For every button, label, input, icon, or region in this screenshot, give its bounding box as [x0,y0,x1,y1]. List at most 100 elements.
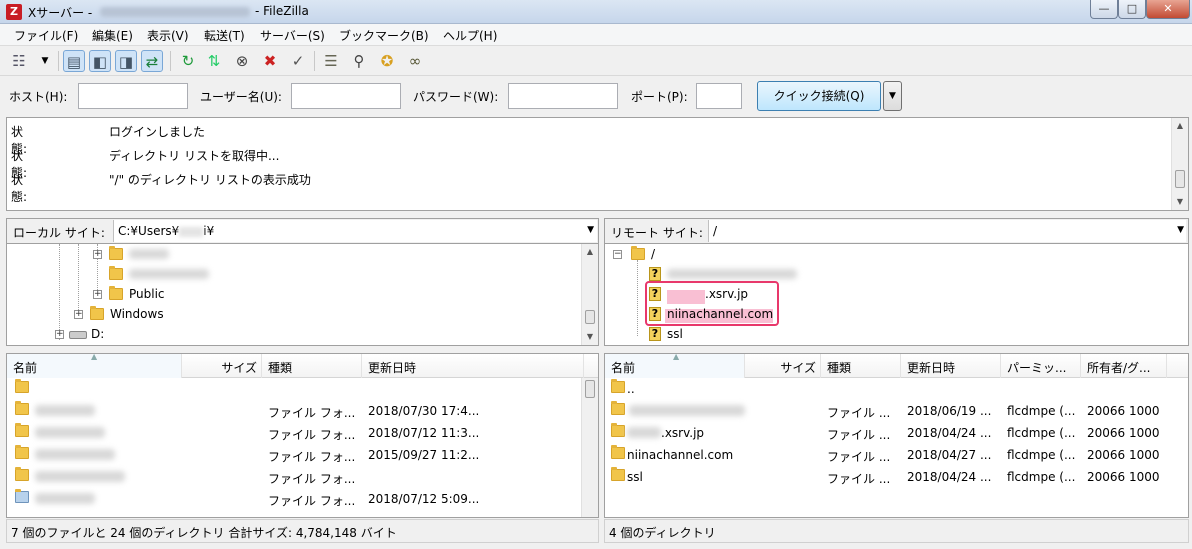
scroll-up-icon[interactable]: ▲ [582,244,598,260]
redacted-name [35,449,115,460]
remote-path-input[interactable]: / [708,220,1186,242]
tree-node[interactable]: + [91,245,391,265]
scroll-up-icon[interactable]: ▲ [1172,118,1188,134]
username-input[interactable] [291,83,401,109]
local-list-scroll-thumb[interactable] [585,380,595,398]
cancel-icon[interactable]: ⊗ [231,50,253,72]
remote-tree-icon[interactable]: ◨ [115,50,137,72]
expand-icon[interactable]: + [93,290,102,299]
table-row[interactable]: ファイル フォ... 2018/07/12 5:09... [7,488,598,510]
table-row[interactable] [7,378,598,400]
tree-node[interactable] [91,265,391,285]
folder-icon [631,246,645,260]
log-message: "/" のディレクトリ リストの表示成功 [109,173,311,187]
menu-edit[interactable]: 編集(E) [92,27,133,44]
disconnect-icon[interactable]: ✖ [259,50,281,72]
process-queue-icon[interactable]: ⇅ [203,50,225,72]
search-icon[interactable]: ∞ [404,50,426,72]
table-row[interactable]: niinachannel.com ファイル ... 2018/04/27 ...… [605,444,1188,466]
local-tree-icon[interactable]: ◧ [89,50,111,72]
permissions-cell: flcdmpe (... [1007,404,1076,418]
tree-node-root[interactable]: − / [611,245,911,265]
local-tree-scrollbar[interactable]: ▲ ▼ [581,244,598,345]
quickconnect-button[interactable]: クイック接続(Q) [757,81,881,111]
table-row[interactable]: ファイル フォ... 2018/07/30 17:4... [7,400,598,422]
column-modified[interactable]: 更新日時 [362,354,584,378]
log-scroll-thumb[interactable] [1175,170,1185,188]
directory-filter-icon[interactable]: ☰ [320,50,342,72]
table-row[interactable]: ファイル フォ... 2018/07/12 11:3... [7,422,598,444]
scroll-down-icon[interactable]: ▼ [582,329,598,345]
menu-bookmarks[interactable]: ブックマーク(B) [339,27,429,44]
tree-node-windows[interactable]: + Windows [72,305,372,325]
window-title: Xサーバー - [28,6,93,20]
remote-path-dropdown-icon[interactable]: ▼ [1177,225,1184,235]
table-row[interactable]: ファイル フォ... [7,466,598,488]
title-bar: Z Xサーバー - - FileZilla — □ ✕ [0,0,1192,24]
sync-browse-icon[interactable]: ✪ [376,50,398,72]
name-cell: .xsrv.jp [661,426,705,440]
menu-view[interactable]: 表示(V) [147,27,189,44]
column-size[interactable]: サイズ [745,354,821,378]
menu-help[interactable]: ヘルプ(H) [443,27,497,44]
host-input[interactable] [78,83,188,109]
column-name[interactable]: ▲ 名前 [605,354,745,378]
expand-icon[interactable]: + [93,250,102,259]
reconnect-icon[interactable]: ✓ [287,50,309,72]
owner-cell: 20066 1000 [1087,448,1160,462]
tree-node-drive-d[interactable]: + D: [53,325,353,345]
local-path-dropdown-icon[interactable]: ▼ [587,225,594,235]
menu-file[interactable]: ファイル(F) [14,27,78,44]
menu-server[interactable]: サーバー(S) [260,27,325,44]
redacted-username [179,226,204,237]
menu-transfer[interactable]: 転送(T) [204,27,245,44]
folder-icon [90,306,104,320]
permissions-cell: flcdmpe (... [1007,470,1076,484]
collapse-icon[interactable]: − [613,250,622,259]
refresh-icon[interactable]: ↻ [177,50,199,72]
folder-icon [15,379,29,393]
expand-icon[interactable]: + [74,310,83,319]
scroll-down-icon[interactable]: ▼ [1172,194,1188,210]
local-path-input[interactable]: C:¥Users¥ i¥ [113,220,597,242]
minimize-button[interactable]: — [1090,0,1118,19]
column-name[interactable]: ▲ 名前 [7,354,182,378]
local-list-scrollbar[interactable] [581,378,598,517]
table-row[interactable]: ファイル フォ... 2015/09/27 11:2... [7,444,598,466]
site-manager-icon[interactable]: ☷ [8,50,30,72]
column-label: 更新日時 [368,361,417,375]
transfer-queue-icon[interactable]: ⇄ [141,50,163,72]
name-cell: ssl [627,470,643,484]
table-row-parent[interactable]: .. [605,378,1188,400]
port-input[interactable] [696,83,742,109]
tree-label: Public [129,287,165,301]
column-label: 更新日時 [907,361,956,375]
compare-icon[interactable]: ⚲ [348,50,370,72]
table-row[interactable]: ファイル ... 2018/06/19 ... flcdmpe (... 200… [605,400,1188,422]
tree-node-public[interactable]: + Public [91,285,391,305]
expand-icon[interactable]: + [55,330,64,339]
type-cell: ファイル フォ... [268,450,356,464]
site-manager-dropdown-icon[interactable]: ▼ [34,50,56,72]
close-button[interactable]: ✕ [1146,0,1190,19]
column-size[interactable]: サイズ [182,354,262,378]
password-input[interactable] [508,83,618,109]
folder-icon [109,266,123,280]
log-scrollbar[interactable]: ▲ ▼ [1171,118,1188,210]
maximize-button[interactable]: □ [1118,0,1146,19]
local-file-list: ▲ 名前 サイズ 種類 更新日時 ファイル フォ... 2018/07/30 1… [6,353,599,518]
tree-node-ssl[interactable]: ? ssl [649,325,949,345]
message-log-icon[interactable]: ▤ [63,50,85,72]
column-type[interactable]: 種類 [821,354,901,378]
local-tree-scroll-thumb[interactable] [585,310,595,324]
redacted-name [35,405,95,416]
column-permissions[interactable]: パーミッ... [1001,354,1081,378]
table-row[interactable]: .xsrv.jp ファイル ... 2018/04/24 ... flcdmpe… [605,422,1188,444]
table-row[interactable]: ssl ファイル ... 2018/04/24 ... flcdmpe (...… [605,466,1188,488]
quickconnect-dropdown-button[interactable]: ▼ [883,81,902,111]
column-modified[interactable]: 更新日時 [901,354,1001,378]
type-cell: ファイル ... [827,472,891,486]
remote-site-label: リモート サイト: [611,226,703,240]
column-owner[interactable]: 所有者/グ... [1081,354,1167,378]
column-type[interactable]: 種類 [262,354,362,378]
